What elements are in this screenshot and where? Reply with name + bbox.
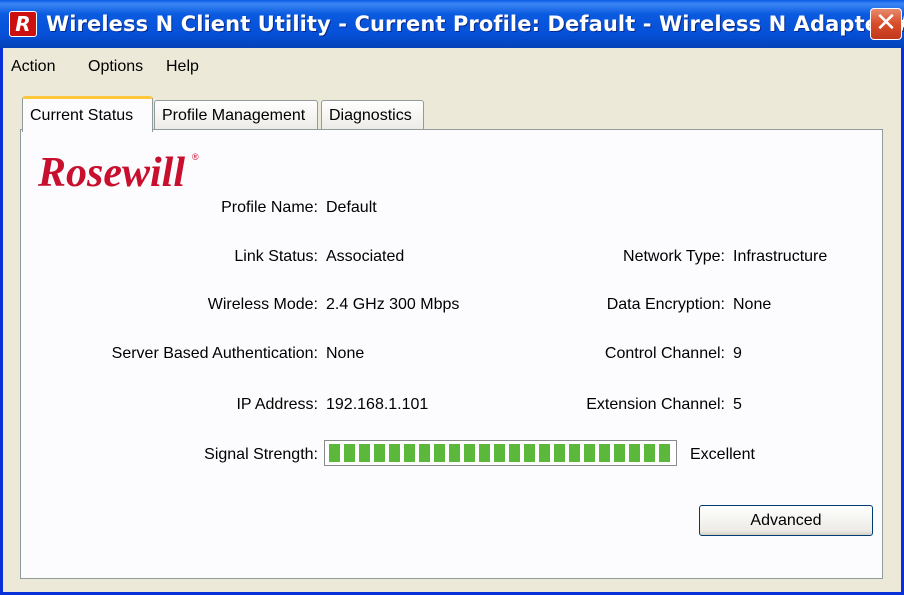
- advanced-button[interactable]: Advanced: [699, 505, 873, 536]
- app-logo-icon: R: [9, 11, 37, 37]
- profile-name-label: Profile Name:: [221, 199, 318, 216]
- close-button[interactable]: ✕: [870, 8, 902, 40]
- menu-options[interactable]: Options: [88, 48, 143, 86]
- wireless-mode-value: 2.4 GHz 300 Mbps: [326, 296, 460, 313]
- menu-action[interactable]: Action: [11, 48, 55, 86]
- network-type-value: Infrastructure: [733, 248, 828, 265]
- data-encryption-value: None: [733, 296, 772, 313]
- control-channel-label: Control Channel:: [604, 345, 725, 362]
- svg-text:®: ®: [192, 152, 199, 162]
- signal-segment: [419, 444, 430, 462]
- signal-segment: [389, 444, 400, 462]
- tab-diagnostics[interactable]: Diagnostics: [321, 100, 424, 130]
- signal-segment: [344, 444, 355, 462]
- link-status-value: Associated: [326, 248, 405, 265]
- signal-segment: [329, 444, 340, 462]
- network-type-label: Network Type:: [623, 248, 725, 265]
- signal-segment: [374, 444, 385, 462]
- signal-strength-bar: [324, 440, 677, 466]
- signal-segment: [449, 444, 460, 462]
- profile-name-value: Default: [326, 199, 377, 216]
- signal-segment: [584, 444, 595, 462]
- signal-segment: [569, 444, 580, 462]
- signal-segment: [659, 444, 670, 462]
- signal-segment: [644, 444, 655, 462]
- signal-segment: [434, 444, 445, 462]
- control-channel-value: 9: [733, 345, 742, 362]
- signal-segment: [494, 444, 505, 462]
- link-status-label: Link Status:: [234, 248, 318, 265]
- rosewill-logo: Rosewill ®: [37, 150, 199, 196]
- signal-segment: [524, 444, 535, 462]
- server-auth-label: Server Based Authentication:: [111, 345, 318, 362]
- signal-segment: [464, 444, 475, 462]
- signal-segment: [479, 444, 490, 462]
- extension-channel-label: Extension Channel:: [586, 396, 725, 413]
- menu-bar: Action Options Help: [3, 48, 901, 86]
- signal-segment: [539, 444, 550, 462]
- ip-address-value: 192.168.1.101: [326, 396, 429, 413]
- title-bar[interactable]: R Wireless N Client Utility - Current Pr…: [0, 0, 904, 48]
- tab-profile-management[interactable]: Profile Management: [154, 100, 318, 130]
- data-encryption-label: Data Encryption:: [606, 296, 725, 313]
- signal-segment: [404, 444, 415, 462]
- extension-channel-value: 5: [733, 396, 742, 413]
- signal-strength-label: Signal Strength:: [204, 446, 318, 463]
- signal-segment: [359, 444, 370, 462]
- signal-segment: [554, 444, 565, 462]
- signal-segment: [599, 444, 610, 462]
- signal-segment: [509, 444, 520, 462]
- window-title: Wireless N Client Utility - Current Prof…: [46, 12, 904, 36]
- wireless-mode-label: Wireless Mode:: [207, 296, 318, 313]
- signal-strength-segments: [329, 444, 670, 462]
- rosewill-logo-text: Rosewill: [37, 150, 185, 196]
- tab-current-status[interactable]: Current Status: [22, 96, 153, 132]
- server-auth-value: None: [326, 345, 365, 362]
- signal-strength-value: Excellent: [690, 446, 755, 463]
- ip-address-label: IP Address:: [236, 396, 318, 413]
- signal-segment: [614, 444, 625, 462]
- menu-help[interactable]: Help: [166, 48, 199, 86]
- signal-segment: [629, 444, 640, 462]
